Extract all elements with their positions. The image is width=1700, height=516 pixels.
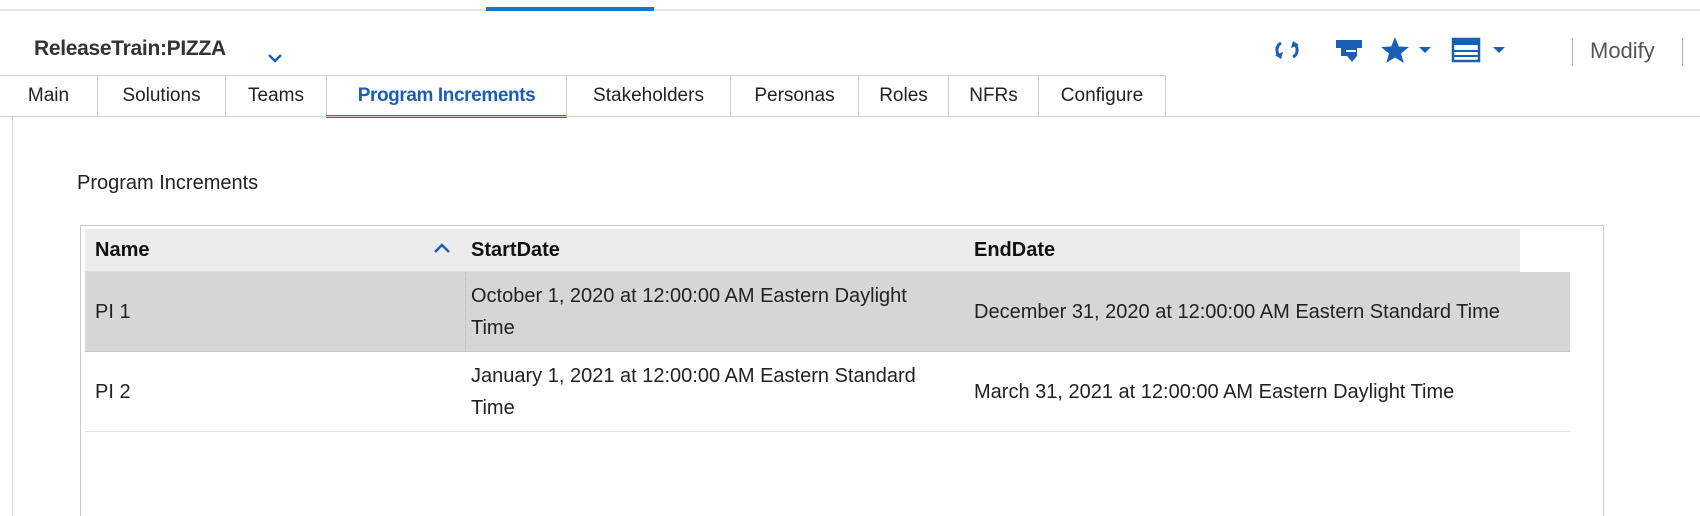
tab-label: Roles [879,85,928,106]
toolbar-separator [1572,38,1573,66]
table-layout-icon[interactable] [1448,32,1484,68]
toolbar-separator [1682,38,1683,66]
cell-enddate: December 31, 2020 at 12:00:00 AM Eastern… [974,301,1500,323]
tab-configure[interactable]: Configure [1038,75,1166,116]
tab-stakeholders[interactable]: Stakeholders [566,75,730,116]
cell-startdate: October 1, 2020 at 12:00:00 AM Eastern D… [471,285,907,339]
table-row[interactable]: PI 1 October 1, 2020 at 12:00:00 AM East… [85,272,1570,352]
tab-label: NFRs [969,85,1018,106]
tab-bar: Main Solutions Teams Program Increments … [0,75,1700,118]
tab-label: Personas [754,85,835,106]
tab-roles[interactable]: Roles [858,75,948,116]
tab-solutions[interactable]: Solutions [97,75,225,116]
tab-bar-baseline [0,116,1700,117]
tab-label: Main [27,85,70,106]
column-header-name[interactable]: Name [95,229,425,271]
tab-teams[interactable]: Teams [225,75,326,116]
title-dropdown-icon[interactable] [268,50,282,68]
top-accent-bar [486,7,654,11]
cell-startdate: January 1, 2021 at 12:00:00 AM Eastern S… [471,365,916,419]
program-increments-table: Name StartDate EndDate PI 1 October 1, 2… [80,225,1604,516]
tab-nfrs[interactable]: NFRs [948,75,1038,116]
column-header-label: EndDate [974,238,1056,261]
tab-personas[interactable]: Personas [730,75,858,116]
star-icon[interactable] [1378,32,1412,68]
tab-label: Solutions [122,85,201,106]
table-header: Name StartDate EndDate [85,229,1520,272]
section-title: Program Increments [77,172,259,194]
tab-label: Program Increments [357,85,536,106]
cell-enddate: March 31, 2021 at 12:00:00 AM Eastern Da… [974,381,1455,403]
cell-name: PI 2 [95,381,131,403]
tab-main[interactable]: Main [0,75,97,116]
column-header-label: Name [95,238,150,261]
table-row[interactable]: PI 2 January 1, 2021 at 12:00:00 AM East… [85,352,1570,432]
column-divider [465,272,467,352]
tab-label: Stakeholders [593,85,704,106]
column-header-enddate[interactable]: EndDate [974,229,1434,271]
tab-program-increments[interactable]: Program Increments [326,75,567,118]
tab-label: Configure [1060,85,1144,106]
star-dropdown-icon[interactable] [1416,32,1434,68]
modify-button[interactable]: Modify [1590,38,1655,64]
tab-label: Teams [248,85,304,106]
refresh-icon[interactable] [1270,32,1304,68]
top-divider [0,9,1700,11]
tag-icon[interactable] [1332,32,1366,68]
column-header-startdate[interactable]: StartDate [471,229,931,271]
layout-dropdown-icon[interactable] [1490,32,1508,68]
cell-name: PI 1 [95,301,131,323]
column-header-label: StartDate [471,238,560,261]
page-title: ReleaseTrain:PIZZA [34,37,226,60]
panel-border [12,117,13,516]
sort-ascending-icon[interactable] [433,241,451,260]
